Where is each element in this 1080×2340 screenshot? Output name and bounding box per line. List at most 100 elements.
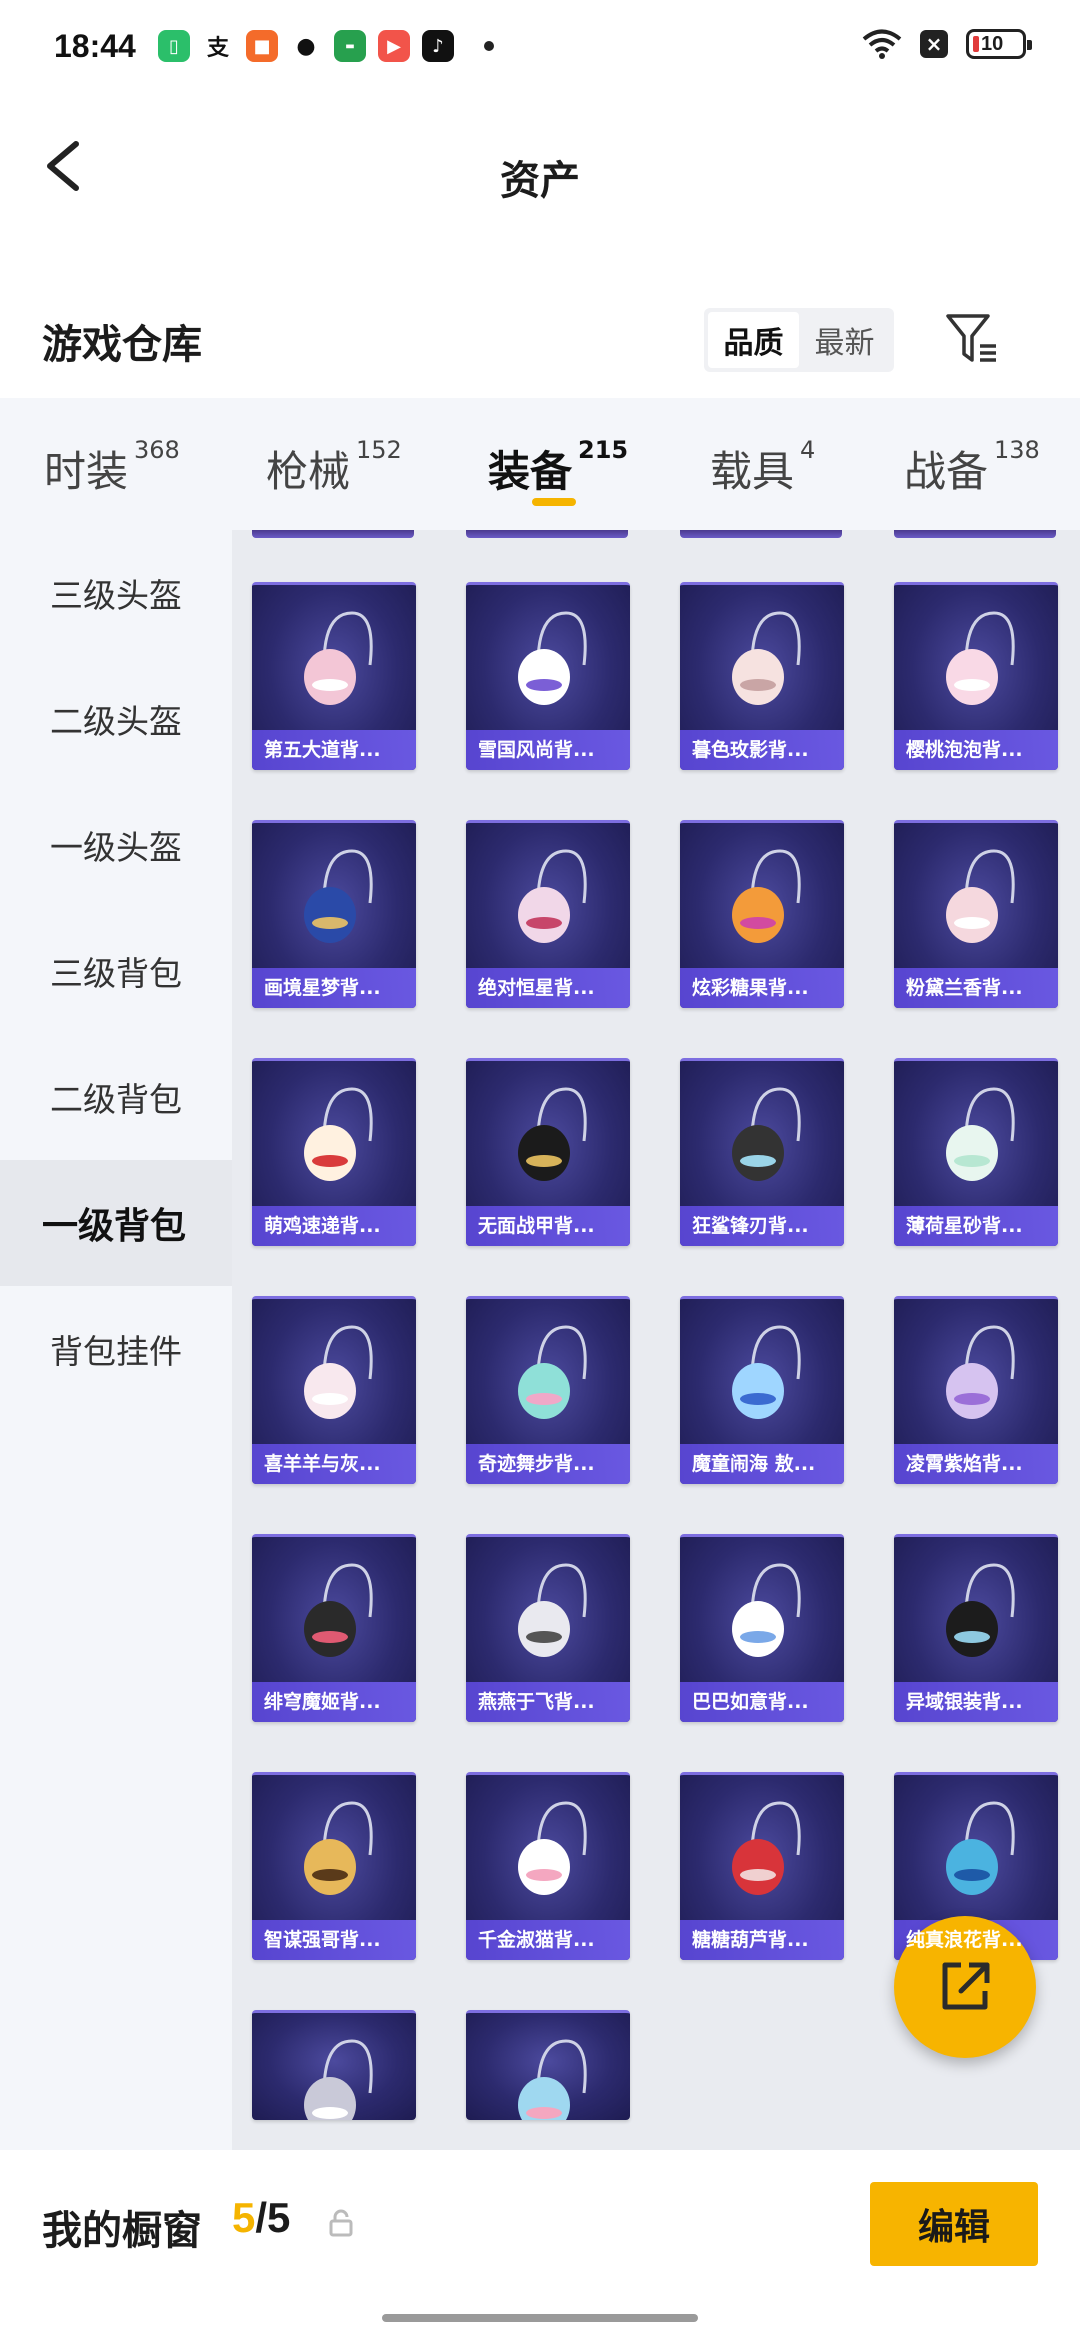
video-app-icon: ▶ bbox=[378, 30, 410, 62]
tab-label: 时装 bbox=[44, 447, 129, 496]
wallet-app-icon: ▯ bbox=[158, 30, 190, 62]
sidebar-item-backpack-charm[interactable]: 背包挂件 bbox=[0, 1286, 232, 1412]
backpack-icon bbox=[732, 1801, 801, 1895]
backpack-icon bbox=[518, 1801, 587, 1895]
item-card[interactable]: 奇迹舞步背... bbox=[466, 1296, 630, 1484]
item-card-label: 凌霄紫焰背... bbox=[906, 1453, 1023, 1475]
item-card-label: 薄荷星砂背... bbox=[906, 1215, 1023, 1237]
item-card-label: 粉黛兰香背... bbox=[906, 977, 1023, 999]
item-card[interactable] bbox=[252, 2010, 416, 2120]
backpack-icon bbox=[732, 1087, 801, 1181]
backpack-icon bbox=[946, 1087, 1015, 1181]
game-app-icon: ■ bbox=[246, 30, 278, 62]
item-card-label: 魔童闹海 敖... bbox=[692, 1453, 816, 1475]
sort-toggle: 品质 最新 bbox=[704, 308, 894, 372]
item-card[interactable]: 第五大道背... bbox=[252, 582, 416, 770]
tiktok-app-icon: ♪ bbox=[422, 30, 454, 62]
item-card[interactable]: 画境星梦背... bbox=[252, 820, 416, 1008]
item-card-label: 糖糖葫芦背... bbox=[692, 1929, 809, 1951]
status-right: × 10 bbox=[862, 28, 1032, 60]
filter-icon[interactable] bbox=[944, 310, 1000, 366]
item-card-label: 千金淑猫背... bbox=[478, 1929, 595, 1951]
item-card[interactable] bbox=[466, 2010, 630, 2120]
sort-newest-option[interactable]: 最新 bbox=[799, 312, 890, 368]
sidebar-item-level3-backpack[interactable]: 三级背包 bbox=[0, 908, 232, 1034]
item-card[interactable]: 糖糖葫芦背... bbox=[680, 1772, 844, 1960]
backpack-icon bbox=[304, 849, 373, 943]
tab-vehicles[interactable]: 载具 4 bbox=[710, 436, 815, 499]
item-card[interactable]: 绯穹魔姬背... bbox=[252, 1534, 416, 1722]
backpack-icon bbox=[946, 1563, 1015, 1657]
item-card[interactable]: 萌鸡速递背... bbox=[252, 1058, 416, 1246]
item-card[interactable]: 暮色玫影背... bbox=[680, 582, 844, 770]
lock-icon bbox=[329, 2209, 353, 2237]
item-card-label: 绝对恒星背... bbox=[478, 977, 595, 999]
oppo-app-icon: ▬ bbox=[334, 30, 366, 62]
item-card-label: 智谋强哥背... bbox=[264, 1929, 381, 1951]
sidebar-item-level1-helmet[interactable]: 一级头盔 bbox=[0, 782, 232, 908]
item-card[interactable]: 粉黛兰香背... bbox=[894, 820, 1058, 1008]
item-card[interactable]: 炫彩糖果背... bbox=[680, 820, 844, 1008]
item-card[interactable]: 异域银装背... bbox=[894, 1534, 1058, 1722]
tab-weapons[interactable]: 枪械 152 bbox=[266, 436, 402, 499]
item-card-label: 炫彩糖果背... bbox=[692, 977, 809, 999]
battery-level: 10 bbox=[981, 32, 1004, 55]
item-card-label: 异域银装背... bbox=[906, 1691, 1023, 1713]
item-card[interactable]: 魔童闹海 敖... bbox=[680, 1296, 844, 1484]
subcategory-sidebar: 三级头盔 二级头盔 一级头盔 三级背包 二级背包 一级背包 背包挂件 bbox=[0, 530, 232, 2150]
item-card[interactable]: 绝对恒星背... bbox=[466, 820, 630, 1008]
backpack-icon bbox=[518, 1087, 587, 1181]
tab-equipment[interactable]: 装备 215 bbox=[488, 436, 628, 499]
item-card[interactable]: 樱桃泡泡背... bbox=[894, 582, 1058, 770]
backpack-icon bbox=[946, 611, 1015, 705]
item-card[interactable]: 千金淑猫背... bbox=[466, 1772, 630, 1960]
wechat-app-icon: ● bbox=[290, 30, 322, 62]
item-card-label: 狂鲨锋刃背... bbox=[692, 1215, 809, 1237]
sort-quality-option[interactable]: 品质 bbox=[708, 312, 799, 368]
battery-icon: 10 bbox=[966, 29, 1032, 59]
scrolled-card-edge bbox=[894, 530, 1056, 538]
category-tabs: 时装 368 枪械 152 装备 215 载具 4 战备 138 bbox=[0, 398, 1080, 530]
backpack-icon bbox=[304, 611, 373, 705]
item-card-label: 无面战甲背... bbox=[478, 1215, 595, 1237]
item-card-label: 雪国风尚背... bbox=[478, 739, 595, 761]
showcase-total: 5 bbox=[267, 2194, 291, 2241]
backpack-icon bbox=[304, 1563, 373, 1657]
sidebar-item-level1-backpack[interactable]: 一级背包 bbox=[0, 1160, 232, 1286]
item-card[interactable]: 纯真浪花背... bbox=[894, 1772, 1058, 1960]
edit-button[interactable]: 编辑 bbox=[870, 2182, 1038, 2266]
item-grid: 第五大道背... 雪国风尚背... 暮色玫影背... 樱桃泡泡背... 画境星梦背...… bbox=[232, 530, 1080, 2150]
item-card-label: 巴巴如意背... bbox=[692, 1691, 809, 1713]
item-card[interactable]: 凌霄紫焰背... bbox=[894, 1296, 1058, 1484]
item-card[interactable]: 燕燕于飞背... bbox=[466, 1534, 630, 1722]
item-card[interactable]: 雪国风尚背... bbox=[466, 582, 630, 770]
item-card[interactable]: 无面战甲背... bbox=[466, 1058, 630, 1246]
item-card-label: 暮色玫影背... bbox=[692, 739, 809, 761]
alipay-app-icon: 支 bbox=[202, 30, 234, 62]
backpack-icon bbox=[732, 611, 801, 705]
wifi-icon bbox=[862, 29, 902, 59]
scrolled-card-edge bbox=[466, 530, 628, 538]
item-card-label: 第五大道背... bbox=[264, 739, 381, 761]
backpack-icon bbox=[304, 1087, 373, 1181]
sidebar-item-level2-helmet[interactable]: 二级头盔 bbox=[0, 656, 232, 782]
sidebar-item-level3-helmet[interactable]: 三级头盔 bbox=[0, 530, 232, 656]
tab-label: 战备 bbox=[904, 447, 989, 496]
backpack-icon bbox=[946, 1325, 1015, 1419]
tab-label: 装备 bbox=[488, 447, 573, 496]
item-card-label: 画境星梦背... bbox=[264, 977, 381, 999]
item-card[interactable]: 喜羊羊与灰... bbox=[252, 1296, 416, 1484]
item-card[interactable]: 狂鲨锋刃背... bbox=[680, 1058, 844, 1246]
item-card[interactable]: 薄荷星砂背... bbox=[894, 1058, 1058, 1246]
item-card[interactable]: 巴巴如意背... bbox=[680, 1534, 844, 1722]
item-card-label: 绯穹魔姬背... bbox=[264, 1691, 381, 1713]
item-card-label: 燕燕于飞背... bbox=[478, 1691, 595, 1713]
tab-count: 138 bbox=[994, 436, 1040, 464]
tab-count: 368 bbox=[134, 436, 180, 464]
tab-supplies[interactable]: 战备 138 bbox=[904, 436, 1040, 499]
tab-fashion[interactable]: 时装 368 bbox=[44, 436, 180, 499]
sidebar-item-level2-backpack[interactable]: 二级背包 bbox=[0, 1034, 232, 1160]
item-card[interactable]: 智谋强哥背... bbox=[252, 1772, 416, 1960]
no-sim-icon: × bbox=[920, 30, 948, 58]
backpack-icon bbox=[732, 1325, 801, 1419]
